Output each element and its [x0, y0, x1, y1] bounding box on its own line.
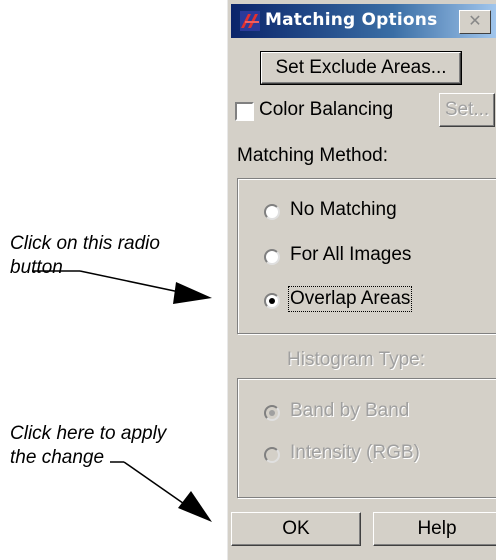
title-bar[interactable]: Matching Options ✕	[231, 4, 496, 38]
band-by-band-label: Band by Band	[290, 400, 410, 421]
radio-selected-dot	[269, 410, 275, 416]
matching-method-label: Matching Method:	[237, 145, 389, 166]
app-icon	[240, 11, 260, 31]
color-balancing-checkbox[interactable]	[235, 102, 254, 121]
for-all-images-label: For All Images	[290, 244, 412, 265]
help-button-label: Help	[417, 518, 457, 539]
ok-button[interactable]: OK	[231, 512, 361, 546]
band-by-band-radio[interactable]	[264, 405, 280, 421]
matching-method-group: No Matching For All Images Overlap Areas	[237, 178, 496, 334]
set-exclude-areas-button[interactable]: Set Exclude Areas...	[260, 51, 462, 85]
intensity-rgb-radio[interactable]	[264, 447, 280, 463]
color-balancing-label: Color Balancing	[259, 99, 394, 120]
set-exclude-areas-label: Set Exclude Areas...	[275, 57, 447, 78]
for-all-images-radio[interactable]	[264, 249, 280, 265]
radio-selected-dot	[269, 298, 275, 304]
arrow-to-overlap-radio	[32, 270, 212, 304]
arrow-to-ok-button	[110, 461, 212, 522]
overlap-areas-radio[interactable]	[264, 293, 280, 309]
overlap-areas-label: Overlap Areas	[287, 286, 413, 312]
dialog-title: Matching Options	[265, 10, 438, 30]
histogram-type-label: Histogram Type:	[287, 349, 425, 370]
color-balancing-set-button[interactable]: Set...	[439, 93, 495, 127]
set-button-label: Set...	[444, 99, 490, 120]
help-button[interactable]: Help	[373, 512, 496, 546]
intensity-rgb-label: Intensity (RGB)	[290, 442, 420, 463]
no-matching-radio[interactable]	[264, 204, 280, 220]
matching-options-dialog: Matching Options ✕ Set Exclude Areas... …	[226, 0, 496, 560]
ok-button-label: OK	[282, 518, 310, 539]
close-button[interactable]: ✕	[459, 10, 491, 34]
close-icon: ✕	[468, 13, 482, 30]
histogram-type-group: Band by Band Intensity (RGB)	[237, 378, 496, 498]
no-matching-label: No Matching	[290, 199, 397, 220]
